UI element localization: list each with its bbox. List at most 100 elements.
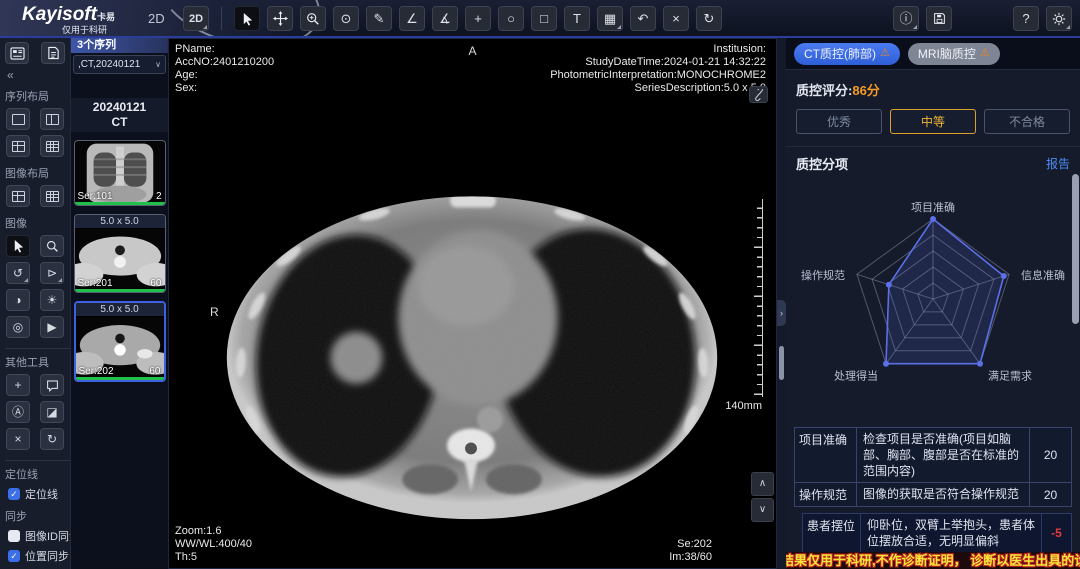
- eraser-button[interactable]: ◪: [40, 401, 64, 423]
- panel-thumbnails-icon: [10, 47, 25, 60]
- overlay-text-line: Th:5: [175, 551, 252, 564]
- save-icon: [933, 12, 946, 25]
- scroll-up-button[interactable]: ∧: [751, 472, 774, 496]
- scroll-stack-button[interactable]: ⊳: [40, 262, 64, 284]
- panel-expander-button[interactable]: ›: [777, 300, 786, 326]
- cine-play-button[interactable]: ▶: [40, 316, 64, 338]
- series-image-overlay: Se:202Im:38/60: [669, 538, 712, 564]
- help-button[interactable]: ?: [1013, 6, 1039, 31]
- main-toolbar: 2D ⊙ ✎ ∠ ∡ + ○ □ T ▦ ↶ × ↻: [183, 6, 722, 31]
- window-level-button[interactable]: ⊙: [333, 6, 359, 31]
- histogram-button[interactable]: ▦: [597, 6, 623, 31]
- rectangle-button[interactable]: □: [531, 6, 557, 31]
- delete-button[interactable]: ×: [6, 428, 30, 450]
- grid-1x2-button[interactable]: [40, 108, 64, 130]
- window-level-icon: ⊙: [341, 12, 352, 25]
- series-panel: 3个序列 ,CT,20240121 ∨ 20240121 CT Ser:1012…: [70, 38, 168, 569]
- checkbox-row[interactable]: 图像ID同步: [8, 528, 70, 544]
- viewport-scrollbar-thumb[interactable]: [779, 346, 784, 380]
- save-button[interactable]: [926, 6, 952, 31]
- comment-button[interactable]: [40, 374, 64, 396]
- invert-button[interactable]: ◑: [6, 289, 30, 311]
- other-tools-buttons: + Ⓐ ◪ × ↻: [0, 372, 70, 452]
- disclaimer-marquee: 结果仅用于科研,不作诊断证明， 诊断以医生出具的诊断: [786, 552, 1080, 569]
- qc-tab[interactable]: CT质控(肺部)⚠: [794, 43, 900, 65]
- brightness-button[interactable]: ☀: [40, 289, 64, 311]
- chevron-down-icon: ∨: [155, 60, 161, 69]
- qc-radar-chart: 项目准确信息准确满足需求处理得当操作规范: [789, 175, 1077, 425]
- series-thumbnail[interactable]: 5.0 x 5.0Ser:20260: [74, 301, 166, 382]
- text-annotation-button[interactable]: T: [564, 6, 590, 31]
- checkbox-row[interactable]: ✓定位线: [8, 486, 70, 502]
- svg-text:项目准确: 项目准确: [911, 201, 955, 214]
- scroll-down-button[interactable]: ∨: [751, 498, 774, 522]
- qc-score-label: 质控评分:: [796, 83, 852, 98]
- length-button[interactable]: ✎: [366, 6, 392, 31]
- zoom-in-button[interactable]: [300, 6, 326, 31]
- collapse-sidebar-button[interactable]: «: [7, 68, 70, 82]
- settings-gear-icon: [1052, 12, 1066, 26]
- thumbnail-pixel-spacing-label: 5.0 x 5.0: [76, 303, 164, 316]
- overlay-text-line: Age:: [175, 69, 274, 82]
- cobb-angle-button[interactable]: ∡: [432, 6, 458, 31]
- link-series-button[interactable]: [749, 86, 768, 103]
- overlay-text-line: PName:: [175, 43, 274, 56]
- delete-button[interactable]: ×: [663, 6, 689, 31]
- qc-panel-scrollbar-thumb[interactable]: [1072, 174, 1079, 324]
- series-layout-buttons: [0, 106, 70, 159]
- study-dropdown[interactable]: ,CT,20240121 ∨: [73, 55, 166, 74]
- localizer-button[interactable]: ◎: [6, 316, 30, 338]
- ellipse-button[interactable]: ○: [498, 6, 524, 31]
- pointer-button[interactable]: [234, 6, 260, 31]
- 2d-view-button[interactable]: 2D: [183, 6, 209, 31]
- pan-button[interactable]: [267, 6, 293, 31]
- overlay-text-line: Zoom:1.6: [175, 525, 252, 538]
- checkbox-unchecked-icon[interactable]: [8, 530, 20, 542]
- sidebar-top-icons: [0, 42, 70, 64]
- qc-table-row: 操作规范图像的获取是否符合操作规范20: [794, 483, 1072, 507]
- panel-report-button[interactable]: [41, 42, 65, 64]
- zoom-info-overlay: Zoom:1.6WW/WL:400/40Th:5: [175, 525, 252, 564]
- length-icon: ✎: [374, 12, 385, 25]
- qc-tab[interactable]: MRI脑质控⚠: [908, 43, 1000, 65]
- info-button[interactable]: ⓘ: [893, 6, 919, 31]
- top-toolbar: Kayisoft卡易 仅用于科研 2D 2D ⊙✎∠∡+○□T▦↶×↻ ⓘ ?: [0, 0, 1080, 38]
- grid-2x2-button[interactable]: [6, 185, 30, 207]
- checkbox-checked-icon[interactable]: ✓: [8, 550, 20, 562]
- pointer-button[interactable]: [6, 235, 30, 257]
- series-thumbnail[interactable]: Ser:1012: [74, 140, 166, 206]
- thumbnail-loaded-progress-bar: [75, 202, 165, 205]
- report-link[interactable]: 报告: [1046, 155, 1070, 172]
- thumbnail-image-count: 2: [156, 191, 162, 202]
- grid-1x1-button[interactable]: [6, 108, 30, 130]
- angle-button[interactable]: ∠: [399, 6, 425, 31]
- angle-icon: ∠: [406, 12, 418, 25]
- thumbnail-footer: Ser:20160: [75, 278, 165, 289]
- grade-button[interactable]: 不合格: [984, 109, 1070, 134]
- svg-text:处理得当: 处理得当: [834, 369, 878, 383]
- grid-3x3-button[interactable]: [40, 135, 64, 157]
- magnify-button[interactable]: [40, 235, 64, 257]
- series-thumbnail[interactable]: 5.0 x 5.0Ser:20160: [74, 214, 166, 293]
- reset-button[interactable]: ↻: [40, 428, 64, 450]
- info-icon: ⓘ: [899, 12, 912, 25]
- probe-button[interactable]: +: [465, 6, 491, 31]
- undo-button[interactable]: ↶: [630, 6, 656, 31]
- grade-button[interactable]: 中等: [890, 109, 976, 134]
- grade-button[interactable]: 优秀: [796, 109, 882, 134]
- annotation-button[interactable]: Ⓐ: [6, 401, 30, 423]
- image-viewport[interactable]: PName:AccNO:2401210200Age:Sex: A Institu…: [168, 38, 777, 569]
- checkbox-checked-icon[interactable]: ✓: [8, 488, 20, 500]
- svg-text:满足需求: 满足需求: [988, 370, 1032, 383]
- brightness-icon: ☀: [47, 294, 58, 306]
- series-group-header: 20240121 CT: [71, 98, 168, 132]
- settings-button[interactable]: [1046, 6, 1072, 31]
- overlay-text-line: Im:38/60: [669, 551, 712, 564]
- panel-thumbnails-button[interactable]: [5, 42, 29, 64]
- grid-3x3-button[interactable]: [40, 185, 64, 207]
- rotate-button[interactable]: ↺: [6, 262, 30, 284]
- checkbox-row[interactable]: ✓位置同步: [8, 548, 70, 564]
- grid-2x2-button[interactable]: [6, 135, 30, 157]
- crosshair-button[interactable]: +: [6, 374, 30, 396]
- reset-button[interactable]: ↻: [696, 6, 722, 31]
